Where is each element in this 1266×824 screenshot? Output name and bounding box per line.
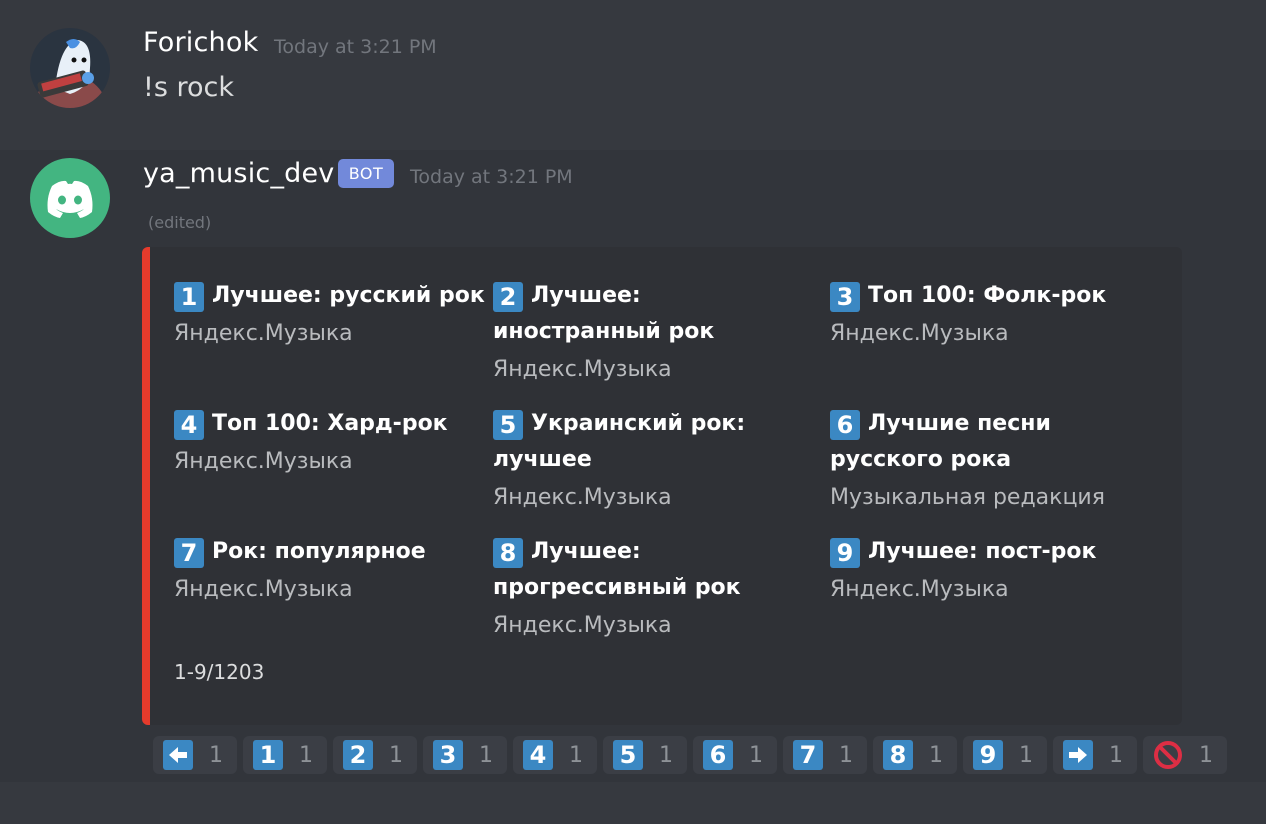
reaction-4[interactable]: 4 1 [513, 736, 597, 774]
reaction-count: 1 [839, 742, 853, 768]
result-title: 5 Украинский рок: лучшее [493, 410, 746, 472]
keycap-1-icon: 1 [174, 282, 204, 312]
result-item: 7 Рок: популярное Яндекс.Музыка [174, 534, 504, 610]
result-title: 1 Лучшее: русский рок [174, 278, 504, 314]
search-results-embed: 1 Лучшее: русский рок Яндекс.Музыка 2 Лучш… [142, 247, 1182, 725]
keycap-6-icon: 6 [830, 410, 860, 440]
keycap-9-icon: 9 [973, 740, 1003, 770]
result-item: 4 Топ 100: Хард-рок Яндекс.Музыка [174, 406, 504, 482]
reaction-count: 1 [929, 742, 943, 768]
prohibited-icon [1153, 740, 1183, 770]
reaction-count: 1 [659, 742, 673, 768]
reaction-count: 1 [749, 742, 763, 768]
bot-avatar[interactable] [30, 158, 110, 238]
message-content: !s rock [143, 72, 234, 103]
result-title: 3 Топ 100: Фолк-рок [830, 278, 1160, 314]
reaction-count: 1 [1199, 742, 1213, 768]
result-item: 6 Лучшие песни русского рока Музыкальная … [830, 406, 1130, 518]
reaction-next[interactable]: 1 [1053, 736, 1137, 774]
reaction-prev[interactable]: 1 [153, 736, 237, 774]
keycap-3-icon: 3 [433, 740, 463, 770]
result-item: 3 Топ 100: Фолк-рок Яндекс.Музыка [830, 278, 1160, 354]
reaction-8[interactable]: 8 1 [873, 736, 957, 774]
reaction-1[interactable]: 1 1 [243, 736, 327, 774]
keycap-6-icon: 6 [703, 740, 733, 770]
result-source: Яндекс.Музыка [830, 577, 1009, 602]
reaction-count: 1 [1019, 742, 1033, 768]
reaction-bar: 1 1 1 2 1 3 1 4 1 5 1 6 1 7 1 8 1 9 1 1 … [153, 736, 1227, 774]
result-title: 9 Лучшее: пост-рок [830, 534, 1160, 570]
keycap-5-icon: 5 [613, 740, 643, 770]
keycap-3-icon: 3 [830, 282, 860, 312]
reaction-count: 1 [209, 742, 223, 768]
reaction-2[interactable]: 2 1 [333, 736, 417, 774]
keycap-5-icon: 5 [493, 410, 523, 440]
keycap-2-icon: 2 [493, 282, 523, 312]
reaction-count: 1 [1109, 742, 1123, 768]
arrow-left-icon [163, 740, 193, 770]
result-title: 2 Лучшее: иностранный рок [493, 282, 715, 344]
user-avatar[interactable] [30, 28, 110, 108]
result-item: 8 Лучшее: прогрессивный рок Яндекс.Музыка [493, 534, 793, 646]
reaction-5[interactable]: 5 1 [603, 736, 687, 774]
result-source: Яндекс.Музыка [493, 357, 672, 382]
result-item: 1 Лучшее: русский рок Яндекс.Музыка [174, 278, 504, 354]
keycap-7-icon: 7 [793, 740, 823, 770]
keycap-9-icon: 9 [830, 538, 860, 568]
timestamp: Today at 3:21 PM [410, 166, 573, 188]
keycap-4-icon: 4 [523, 740, 553, 770]
result-title: 6 Лучшие песни русского рока [830, 410, 1051, 472]
username[interactable]: Forichok [143, 27, 258, 58]
reaction-count: 1 [389, 742, 403, 768]
reaction-3[interactable]: 3 1 [423, 736, 507, 774]
result-source: Яндекс.Музыка [174, 577, 353, 602]
keycap-2-icon: 2 [343, 740, 373, 770]
result-title: 4 Топ 100: Хард-рок [174, 406, 504, 442]
keycap-4-icon: 4 [174, 410, 204, 440]
result-source: Яндекс.Музыка [174, 449, 353, 474]
result-item: 5 Украинский рок: лучшее Яндекс.Музыка [493, 406, 793, 518]
result-title: 7 Рок: популярное [174, 534, 504, 570]
reaction-6[interactable]: 6 1 [693, 736, 777, 774]
timestamp: Today at 3:21 PM [274, 36, 437, 58]
page-counter: 1-9/1203 [174, 660, 265, 684]
reaction-stop[interactable]: 1 [1143, 736, 1227, 774]
bot-badge: BOT [338, 159, 394, 188]
reaction-7[interactable]: 7 1 [783, 736, 867, 774]
keycap-7-icon: 7 [174, 538, 204, 568]
message-bot: ya_music_dev BOT Today at 3:21 PM (edite… [0, 150, 1266, 782]
discord-logo-icon [47, 180, 93, 218]
result-source: Яндекс.Музыка [493, 485, 672, 510]
keycap-8-icon: 8 [493, 538, 523, 568]
edited-label: (edited) [148, 213, 212, 232]
arrow-right-icon [1063, 740, 1093, 770]
reaction-9[interactable]: 9 1 [963, 736, 1047, 774]
result-item: 9 Лучшее: пост-рок Яндекс.Музыка [830, 534, 1160, 610]
result-item: 2 Лучшее: иностранный рок Яндекс.Музыка [493, 278, 793, 390]
keycap-1-icon: 1 [253, 740, 283, 770]
reaction-count: 1 [479, 742, 493, 768]
result-source: Музыкальная редакция [830, 485, 1105, 510]
result-source: Яндекс.Музыка [830, 321, 1009, 346]
reaction-count: 1 [569, 742, 583, 768]
result-source: Яндекс.Музыка [174, 321, 353, 346]
result-source: Яндекс.Музыка [493, 613, 672, 638]
message-forichok: Forichok Today at 3:21 PM !s rock [0, 0, 1266, 150]
username[interactable]: ya_music_dev [143, 158, 334, 189]
reaction-count: 1 [299, 742, 313, 768]
keycap-8-icon: 8 [883, 740, 913, 770]
result-title: 8 Лучшее: прогрессивный рок [493, 538, 741, 600]
